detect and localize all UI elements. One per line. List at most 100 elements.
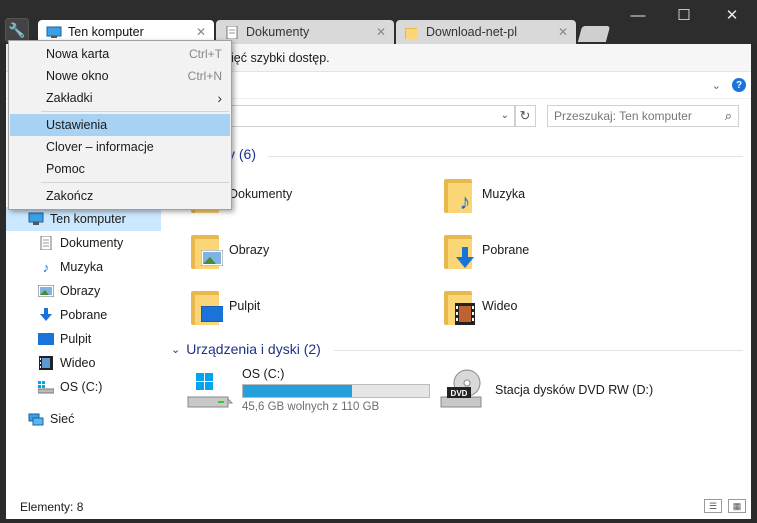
drive-label: Stacja dysków DVD RW (D:) <box>495 383 654 397</box>
menu-item-label: Zakończ <box>46 189 94 203</box>
menu-item-settings[interactable]: Ustawienia <box>10 114 230 136</box>
folder-tile[interactable]: ♪ Muzyka <box>444 169 694 219</box>
details-view-button[interactable]: ☰ <box>704 499 722 513</box>
wrench-icon[interactable]: 🔧 <box>5 18 29 42</box>
drive-usage-bar <box>242 384 430 398</box>
sidebar-item-label: Sieć <box>50 412 75 426</box>
drive-tile-dvd[interactable]: DVD Stacja dysków DVD RW (D:) <box>439 367 689 413</box>
divider <box>268 156 743 157</box>
folders-group-header[interactable]: y (6) <box>228 146 256 162</box>
folder-label: Pobrane <box>482 243 530 257</box>
menu-item-exit[interactable]: Zakończ <box>10 185 230 207</box>
menu-item-label: Zakładki <box>46 91 93 105</box>
sidebar-item-label: Ten komputer <box>50 212 126 226</box>
sidebar-item-pobrane[interactable]: Pobrane <box>6 303 161 327</box>
maximize-button[interactable]: ☐ <box>661 0 707 30</box>
dvd-drive-icon: DVD <box>439 367 487 413</box>
close-window-button[interactable]: ✕ <box>709 0 755 30</box>
folders-group-title: y (6) <box>228 146 256 162</box>
sidebar-item-obrazy[interactable]: Obrazy <box>6 279 161 303</box>
folder-label: Dokumenty <box>229 187 293 201</box>
menu-item-bookmarks[interactable]: Zakładki › <box>10 87 230 109</box>
drive-label: OS (C:) <box>242 367 285 381</box>
menu-item-label: Nowa karta <box>46 47 110 61</box>
folder-tile[interactable]: Wideo <box>444 281 694 331</box>
desktop-folder-icon <box>191 287 223 325</box>
close-icon[interactable]: ✕ <box>196 25 206 39</box>
menu-item-new-tab[interactable]: Nowa karta Ctrl+T <box>10 43 230 65</box>
tab-dokumenty[interactable]: Dokumenty ✕ <box>216 20 394 44</box>
drive-tile-os-c[interactable]: OS (C:) 45,6 GB wolnych z 110 GB <box>186 367 436 417</box>
chevron-down-icon[interactable]: ⌄ <box>712 79 721 92</box>
music-icon: ♪ <box>42 259 50 275</box>
video-folder-icon <box>444 287 475 325</box>
info-bar-text: ięć szybki dostęp. <box>231 50 330 65</box>
chevron-down-icon[interactable]: ⌄ <box>501 110 509 121</box>
folder-tile[interactable]: Obrazy <box>191 225 441 275</box>
drive-info: OS (C:) 45,6 GB wolnych z 110 GB <box>242 367 430 413</box>
devices-group-title: Urządzenia i dyski (2) <box>186 341 321 357</box>
menu-item-new-window[interactable]: Nowe okno Ctrl+N <box>10 65 230 87</box>
sidebar-item-label: Wideo <box>60 356 96 370</box>
sidebar-item-os-c[interactable]: OS (C:) <box>6 375 161 399</box>
tiles-view-button[interactable]: ▦ <box>728 499 746 513</box>
sidebar-item-pulpit[interactable]: Pulpit <box>6 327 161 351</box>
dvd-badge: DVD <box>451 389 468 398</box>
video-icon <box>38 356 54 370</box>
item-count: Elementy: 8 <box>20 499 84 514</box>
sidebar-item-wideo[interactable]: Wideo <box>6 351 161 375</box>
sidebar-item-siec[interactable]: Sieć <box>6 407 161 431</box>
chevron-right-icon: › <box>217 90 222 106</box>
search-icon[interactable]: ⌕ <box>725 108 732 124</box>
sidebar-item-ten-komputer[interactable]: Ten komputer <box>6 207 161 231</box>
sidebar-item-muzyka[interactable]: ♪ Muzyka <box>6 255 161 279</box>
search-input[interactable]: Przeszukaj: Ten komputer ⌕ <box>547 105 739 127</box>
sidebar-item-label: Pulpit <box>60 332 92 346</box>
menu-item-about[interactable]: Clover – informacje <box>10 136 230 158</box>
help-icon[interactable]: ? <box>732 78 746 92</box>
new-tab-button[interactable] <box>577 26 611 42</box>
devices-group-header[interactable]: ⌄ Urządzenia i dyski (2) <box>171 341 321 357</box>
sidebar-item-dokumenty[interactable]: Dokumenty <box>6 231 161 255</box>
folder-label: Obrazy <box>229 243 270 257</box>
music-folder-icon: ♪ <box>444 175 472 214</box>
monitor-icon <box>46 26 62 39</box>
drive-icon <box>38 380 54 394</box>
menu-item-help[interactable]: Pomoc <box>10 158 230 180</box>
network-icon <box>28 412 44 426</box>
tab-label: Download-net-pl <box>426 25 518 39</box>
download-icon <box>38 308 54 322</box>
divider <box>334 350 743 351</box>
folder-label: Wideo <box>482 299 518 313</box>
menu-separator <box>41 182 229 183</box>
folder-tile[interactable]: Pulpit <box>191 281 441 331</box>
folder-tile[interactable]: Pobrane <box>444 225 694 275</box>
title-bar: 🔧 Ten komputer ✕ Dokumenty ✕ Download-ne… <box>0 0 757 44</box>
tab-download-net-pl[interactable]: Download-net-pl ✕ <box>396 20 576 44</box>
chevron-down-icon: ⌄ <box>171 343 181 356</box>
windows-drive-icon <box>186 367 234 413</box>
pictures-folder-icon <box>191 231 223 269</box>
folder-icon <box>404 26 420 39</box>
sidebar-item-label: Pobrane <box>60 308 108 322</box>
refresh-button[interactable]: ↻ <box>514 105 536 127</box>
close-icon[interactable]: ✕ <box>376 25 386 39</box>
search-placeholder: Przeszukaj: Ten komputer <box>554 109 692 123</box>
menu-separator <box>41 111 229 112</box>
sidebar-item-label: Muzyka <box>60 260 104 274</box>
close-icon[interactable]: ✕ <box>558 25 568 39</box>
menu-shortcut: Ctrl+T <box>189 47 222 61</box>
folder-label: Muzyka <box>482 187 526 201</box>
downloads-folder-icon <box>444 231 474 269</box>
sidebar-item-label: Obrazy <box>60 284 101 298</box>
app-menu: Nowa karta Ctrl+T Nowe okno Ctrl+N Zakła… <box>8 40 232 210</box>
drive-free-space: 45,6 GB wolnych z 110 GB <box>242 401 380 413</box>
desktop-icon <box>38 332 54 346</box>
menu-shortcut: Ctrl+N <box>187 69 222 83</box>
monitor-icon <box>28 212 44 226</box>
menu-item-label: Ustawienia <box>46 118 108 132</box>
minimize-button[interactable]: — <box>615 0 661 30</box>
pictures-icon <box>38 284 54 298</box>
sidebar-item-label: Dokumenty <box>60 236 124 250</box>
tab-label: Dokumenty <box>246 25 310 39</box>
